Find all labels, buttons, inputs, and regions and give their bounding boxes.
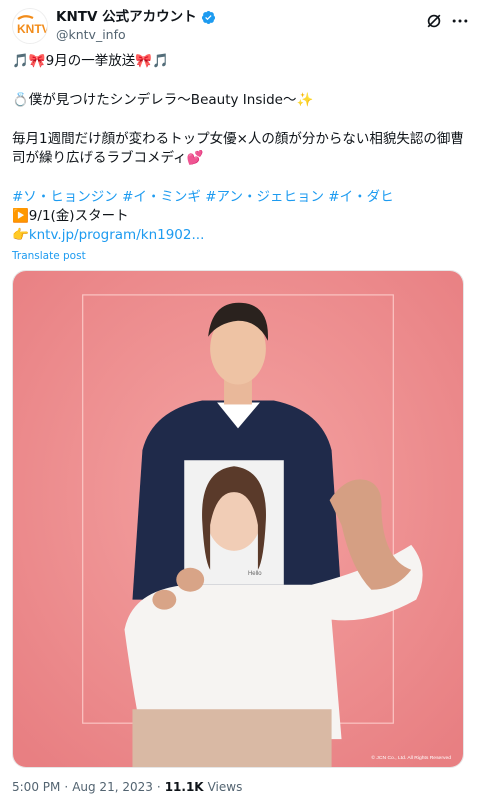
tweet-line-start-date: ▶️9/1(金)スタート bbox=[12, 208, 129, 224]
translate-post-link[interactable]: Translate post bbox=[12, 250, 86, 262]
hashtag-row: #ソ・ヒョンジン #イ・ミンギ #アン・ジェヒョン #イ・ダヒ bbox=[12, 188, 467, 207]
kntv-logo-icon: KNTV bbox=[13, 9, 48, 43]
post-time[interactable]: 5:00 PM bbox=[12, 780, 60, 794]
post-header: KNTV KNTV 公式アカウント @kntv_info bbox=[0, 0, 477, 48]
program-link[interactable]: kntv.jp/program/kn1902... bbox=[29, 227, 205, 243]
tweet-line-description: 毎月1週間だけ顔が変わるトップ女優×人の顔が分からない相貌失認の御曹司が繰り広げ… bbox=[12, 131, 464, 166]
copyright-text: © JCN Co., Ltd. All Rights Reserved bbox=[371, 754, 451, 761]
tweet-line-drama-title: 💍僕が見つけたシンデレラ～Beauty Inside～✨ bbox=[12, 92, 314, 108]
views-label: Views bbox=[207, 780, 243, 794]
author-name-row: KNTV 公式アカウント bbox=[56, 8, 216, 26]
tweet-line-title: 🎵🎀9月の一挙放送🎀🎵 bbox=[12, 53, 169, 69]
pointing-hand-icon: 👉 bbox=[12, 227, 29, 243]
more-icon[interactable] bbox=[450, 11, 470, 31]
author-handle[interactable]: @kntv_info bbox=[56, 27, 126, 43]
tweet-line-link: 👉kntv.jp/program/kn1902... bbox=[12, 226, 467, 245]
photo-card-caption: Hello bbox=[248, 571, 262, 577]
hashtag-link[interactable]: #ソ・ヒョンジン bbox=[12, 189, 118, 205]
post-date[interactable]: Aug 21, 2023 bbox=[72, 780, 153, 794]
grok-icon[interactable] bbox=[424, 11, 444, 31]
display-name[interactable]: KNTV 公式アカウント bbox=[56, 8, 197, 26]
poster-illustration: Hello © JCN Co., Ltd. All Rights Reserve… bbox=[13, 271, 463, 767]
views-count: 11.1K bbox=[164, 780, 204, 794]
media-image[interactable]: Hello © JCN Co., Ltd. All Rights Reserve… bbox=[12, 270, 464, 768]
logo-letters: KNTV bbox=[17, 22, 48, 36]
post-meta: 5:00 PM · Aug 21, 2023 · 11.1K Views bbox=[12, 780, 242, 794]
avatar[interactable]: KNTV bbox=[12, 8, 48, 44]
hashtag-link[interactable]: #イ・ダヒ bbox=[328, 189, 393, 205]
meta-separator: · bbox=[64, 780, 69, 794]
hashtag-link[interactable]: #イ・ミンギ bbox=[122, 189, 201, 205]
hashtag-link[interactable]: #アン・ジェヒョン bbox=[205, 189, 324, 205]
verified-badge-icon bbox=[201, 10, 216, 25]
tweet-text: 🎵🎀9月の一挙放送🎀🎵 💍僕が見つけたシンデレラ～Beauty Inside～✨… bbox=[12, 52, 467, 245]
meta-separator: · bbox=[156, 780, 161, 794]
